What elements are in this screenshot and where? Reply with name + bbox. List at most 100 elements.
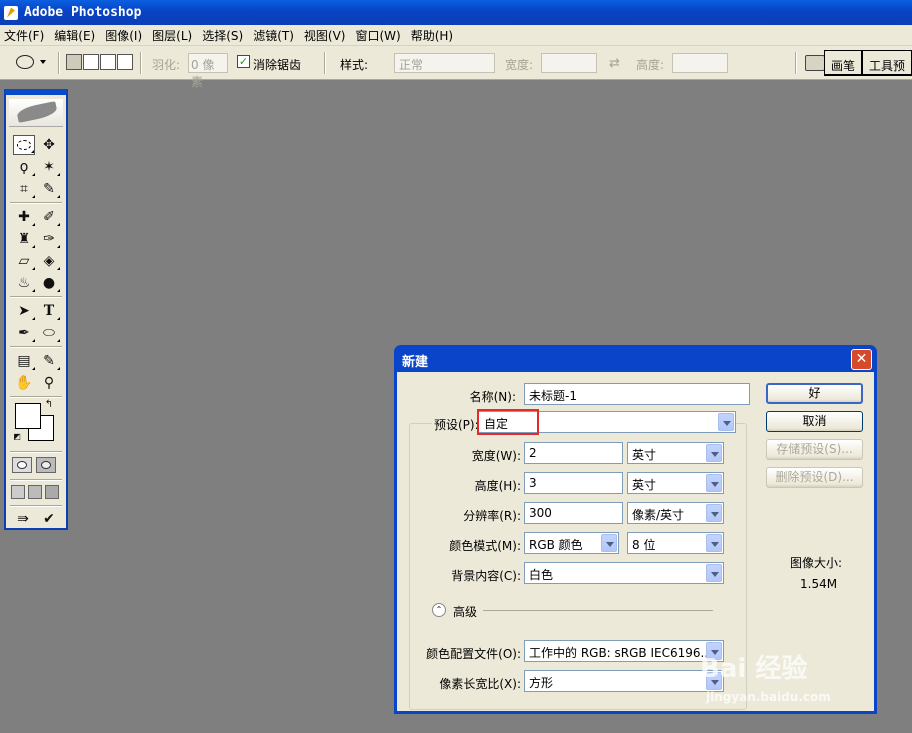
full-screen-menu-mode-icon[interactable] [28,485,42,499]
menu-bar: 文件(F) 编辑(E) 图像(I) 图层(L) 选择(S) 滤镜(T) 视图(V… [0,25,912,46]
palette-tab-brushes[interactable]: 画笔 [823,50,862,76]
crop-tool-icon[interactable]: ⌗ [13,179,35,199]
zoom-tool-icon[interactable]: ⚲ [38,373,60,393]
photoshop-feather-logo-icon[interactable] [9,99,63,127]
preset-highlight-box [477,409,539,435]
elliptical-marquee-icon[interactable] [16,55,34,69]
chevron-down-icon[interactable] [706,504,722,522]
pixel-aspect-select[interactable]: 方形 [524,670,724,692]
menu-image[interactable]: 图像(I) [101,27,146,44]
lasso-tool-icon[interactable]: ϙ [13,157,35,177]
menu-filter[interactable]: 滤镜(T) [249,27,298,44]
toolbox: ✥ ϙ ✶ ⌗ ✎ ✚ ✐ ♜ ✑ ▱ ◈ ♨ ● ➤ T ✒ ⬭ ▤ ✎ ✋ … [4,89,68,530]
color-profile-select[interactable]: 工作中的 RGB: sRGB IEC6196... [524,640,724,662]
pixel-aspect-value: 方形 [529,676,554,690]
delete-preset-button[interactable]: 删除预设(D)... [766,467,863,488]
resolution-label: 分辨率(R): [463,509,521,523]
add-to-selection-icon[interactable] [83,54,99,70]
options-divider [324,52,326,74]
ok-button[interactable]: 好 [766,383,863,404]
toolbox-divider [10,202,62,204]
subtract-from-selection-icon[interactable] [100,54,116,70]
brush-tool-icon[interactable]: ✐ [38,207,60,227]
height-label: 高度: [636,58,665,72]
edit-in-imageready-icon[interactable]: ✔ [38,509,60,529]
standard-mode-icon[interactable] [12,457,32,473]
intersect-selection-icon[interactable] [117,54,133,70]
menu-view[interactable]: 视图(V) [300,27,350,44]
width-label: 宽度: [505,58,534,72]
jump-to-imageready-icon[interactable]: ⇛ [12,509,34,529]
toolbox-divider [10,505,62,507]
paint-bucket-tool-icon[interactable]: ◈ [38,251,60,271]
advanced-expand-icon[interactable]: ⌃ [432,603,446,617]
new-selection-icon[interactable] [66,54,82,70]
full-screen-mode-icon[interactable] [45,485,59,499]
width-input[interactable]: 2 [524,442,623,464]
dodge-tool-icon[interactable]: ● [38,273,60,293]
chevron-down-icon[interactable] [706,474,722,492]
menu-select[interactable]: 选择(S) [198,27,247,44]
healing-brush-tool-icon[interactable]: ✚ [13,207,35,227]
height-unit-select[interactable]: 英寸 [627,472,724,494]
background-select[interactable]: 白色 [524,562,724,584]
chevron-down-icon[interactable] [706,564,722,582]
menu-edit[interactable]: 编辑(E) [50,27,99,44]
chevron-down-icon[interactable] [706,444,722,462]
height-input[interactable] [672,53,728,73]
menu-file[interactable]: 文件(F) [0,27,48,44]
palette-tab-tool-presets[interactable]: 工具预 [861,50,912,76]
type-tool-icon[interactable]: T [38,301,60,321]
ellipse-shape-tool-icon[interactable]: ⬭ [38,323,60,343]
menu-help[interactable]: 帮助(H) [407,27,457,44]
move-tool-icon[interactable]: ✥ [38,135,60,155]
slice-tool-icon[interactable]: ✎ [38,179,60,199]
chevron-down-icon[interactable] [718,413,734,431]
blur-tool-icon[interactable]: ♨ [13,273,35,293]
path-selection-tool-icon[interactable]: ➤ [13,301,35,321]
history-brush-tool-icon[interactable]: ✑ [38,229,60,249]
title-bar: Adobe Photoshop [0,0,912,25]
width-label: 宽度(W): [471,449,521,463]
tool-preset-dropdown-icon[interactable] [40,60,46,64]
feather-input[interactable]: 0 像素 [188,53,228,89]
chevron-down-icon[interactable] [706,534,722,552]
swap-colors-icon[interactable]: ↰ [42,399,56,411]
color-profile-value: 工作中的 RGB: sRGB IEC6196... [529,646,712,660]
menu-layer[interactable]: 图层(L) [148,27,196,44]
chevron-down-icon[interactable] [601,534,617,552]
width-input[interactable] [541,53,597,73]
eraser-tool-icon[interactable]: ▱ [13,251,35,271]
magic-wand-tool-icon[interactable]: ✶ [38,157,60,177]
toolbox-divider [10,479,62,481]
pen-tool-icon[interactable]: ✒ [13,323,35,343]
color-mode-select[interactable]: RGB 颜色 [524,532,619,554]
resolution-unit-select[interactable]: 像素/英寸 [627,502,724,524]
file-browser-icon[interactable] [805,55,825,71]
name-input[interactable]: 未标题-1 [524,383,750,405]
standard-screen-mode-icon[interactable] [11,485,25,499]
elliptical-marquee-tool-icon[interactable] [13,135,35,155]
resolution-input[interactable]: 300 [524,502,623,524]
bit-depth-value: 8 位 [632,538,656,552]
swap-icon[interactable]: ⇄ [609,56,620,71]
save-preset-button[interactable]: 存储预设(S)... [766,439,863,460]
image-size-value: 1.54M [800,577,838,591]
bit-depth-select[interactable]: 8 位 [627,532,724,554]
eyedropper-tool-icon[interactable]: ✎ [38,351,60,371]
notes-tool-icon[interactable]: ▤ [13,351,35,371]
quick-mask-mode-icon[interactable] [36,457,56,473]
width-unit-value: 英寸 [632,448,657,462]
options-divider [58,52,60,74]
style-select[interactable]: 正常 [394,53,495,73]
close-icon[interactable]: ✕ [851,349,872,370]
width-unit-select[interactable]: 英寸 [627,442,724,464]
clone-stamp-tool-icon[interactable]: ♜ [13,229,35,249]
cancel-button[interactable]: 取消 [766,411,863,432]
height-input[interactable]: 3 [524,472,623,494]
foreground-color-swatch[interactable] [15,403,41,429]
antialias-checkbox[interactable]: ✓ [237,55,250,68]
menu-window[interactable]: 窗口(W) [351,27,404,44]
hand-tool-icon[interactable]: ✋ [13,373,35,393]
default-colors-icon[interactable]: ◩ [12,432,22,442]
